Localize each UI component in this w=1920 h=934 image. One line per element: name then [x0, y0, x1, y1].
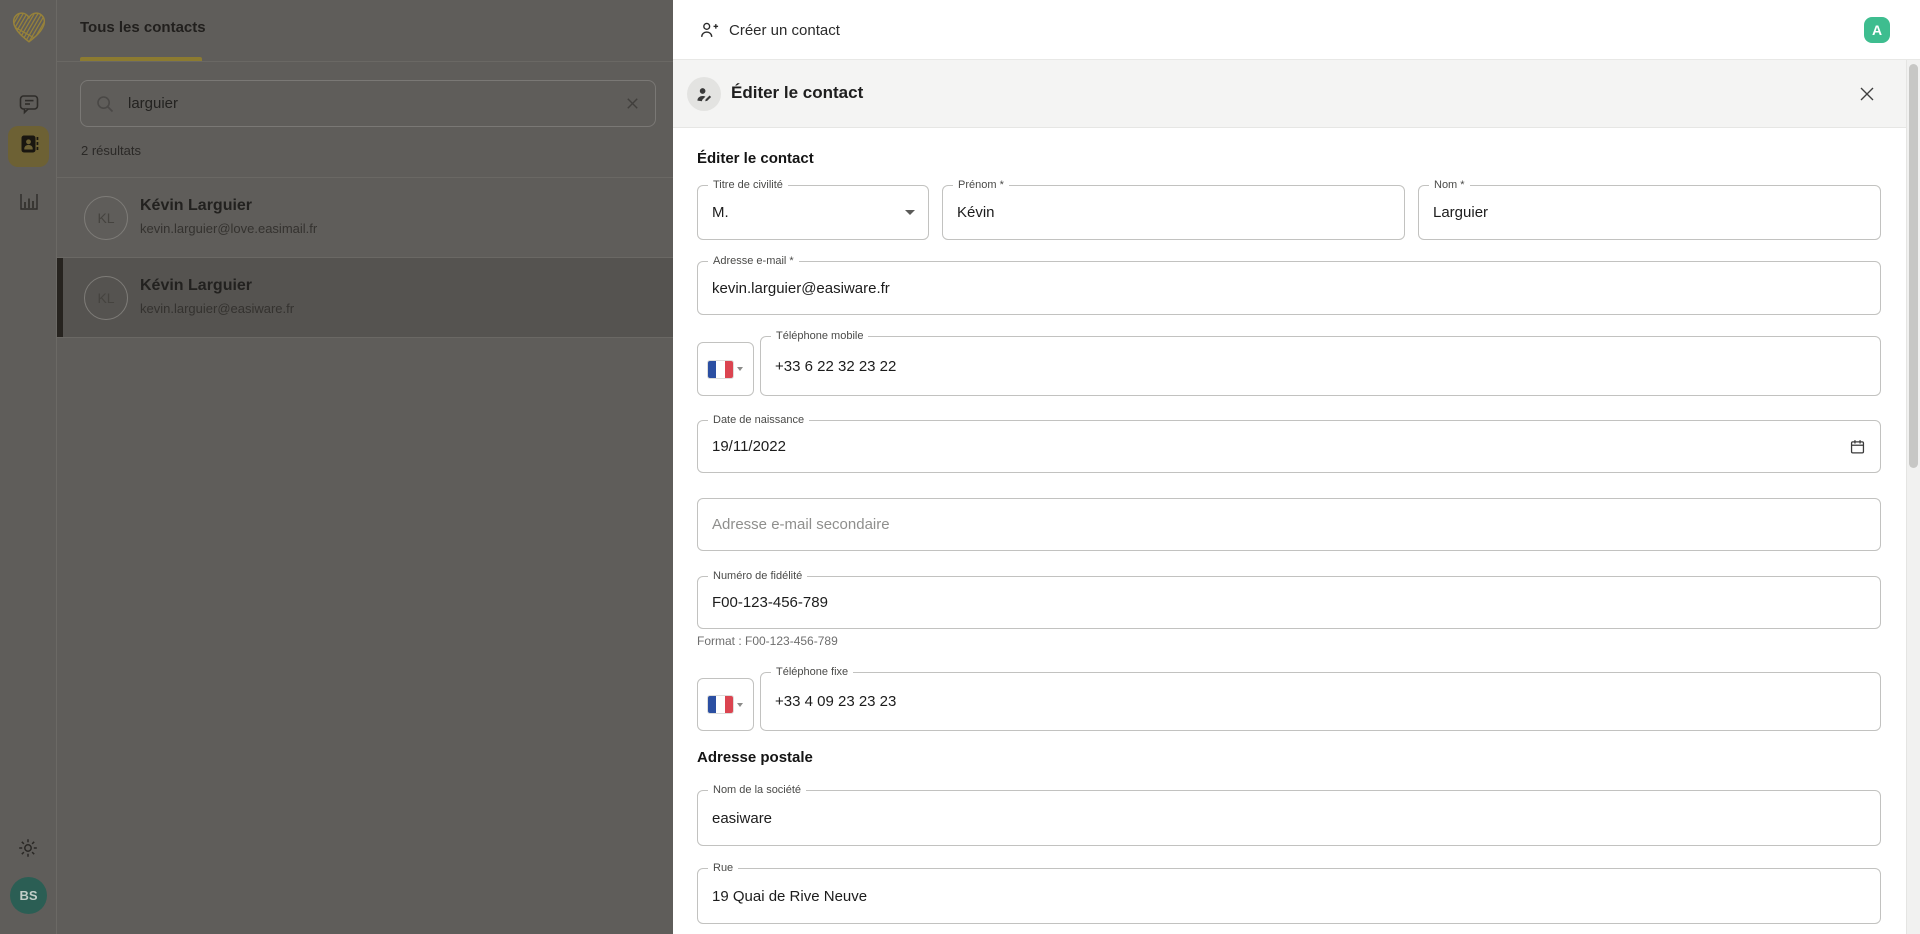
email-input[interactable]: [712, 280, 1866, 297]
landline-phone-label: Téléphone fixe: [771, 666, 853, 679]
first-name-field: Prénom *: [942, 185, 1405, 240]
create-contact-button[interactable]: Créer un contact: [699, 15, 840, 45]
first-name-label: Prénom *: [953, 179, 1009, 192]
france-flag-icon: [708, 696, 733, 713]
secondary-email-input[interactable]: [712, 516, 1866, 533]
address-section-title: Adresse postale: [697, 749, 813, 766]
app-window: BS Tous les contacts 2 résultats: [0, 0, 1920, 934]
company-field: Nom de la société: [697, 790, 1881, 846]
drawer-backdrop[interactable]: [0, 0, 673, 934]
secondary-email-field: [697, 498, 1881, 551]
drawer-topbar: Créer un contact A: [673, 0, 1920, 60]
chevron-down-icon: [905, 210, 915, 215]
email-label: Adresse e-mail *: [708, 255, 799, 268]
loyalty-format-helper: Format : F00-123-456-789: [697, 634, 838, 648]
app-badge-letter: A: [1872, 22, 1882, 38]
civility-value: M.: [712, 204, 729, 221]
chevron-down-icon: [737, 703, 743, 707]
form-section-title: Éditer le contact: [697, 150, 814, 167]
last-name-input[interactable]: [1433, 204, 1866, 221]
street-label: Rue: [708, 862, 738, 875]
edit-contact-avatar-circle: [687, 77, 721, 111]
edit-contact-drawer: Créer un contact A Éditer le contact: [673, 0, 1920, 934]
loyalty-number-label: Numéro de fidélité: [708, 570, 807, 583]
edit-contact-form: Éditer le contact Titre de civilité M. P…: [673, 128, 1920, 934]
birth-date-label: Date de naissance: [708, 414, 809, 427]
email-field: Adresse e-mail *: [697, 261, 1881, 315]
civility-select[interactable]: Titre de civilité M.: [697, 185, 929, 240]
close-icon[interactable]: [1856, 83, 1878, 105]
landline-phone-input[interactable]: [775, 693, 1866, 710]
street-field: Rue: [697, 868, 1881, 924]
birth-date-field: Date de naissance: [697, 420, 1881, 473]
mobile-country-select[interactable]: [697, 342, 754, 396]
person-plus-icon: [699, 20, 719, 40]
landline-country-select[interactable]: [697, 678, 754, 731]
last-name-label: Nom *: [1429, 179, 1470, 192]
drawer-scrollbar-thumb[interactable]: [1909, 64, 1918, 468]
loyalty-number-field: Numéro de fidélité: [697, 576, 1881, 629]
street-input[interactable]: [712, 888, 1866, 905]
landline-phone-field: Téléphone fixe: [760, 672, 1881, 731]
calendar-icon[interactable]: [1849, 438, 1866, 455]
chevron-down-icon: [737, 367, 743, 371]
app-badge-icon[interactable]: A: [1864, 17, 1890, 43]
mobile-phone-label: Téléphone mobile: [771, 330, 868, 343]
create-contact-label: Créer un contact: [729, 22, 840, 39]
person-edit-icon: [696, 86, 713, 103]
mobile-phone-field: Téléphone mobile: [760, 336, 1881, 396]
france-flag-icon: [708, 361, 733, 378]
company-label: Nom de la société: [708, 784, 806, 797]
drawer-header: Éditer le contact: [673, 60, 1920, 128]
civility-label: Titre de civilité: [708, 179, 788, 192]
company-input[interactable]: [712, 810, 1866, 827]
name-fields-row: Titre de civilité M. Prénom * Nom *: [697, 185, 1881, 240]
loyalty-number-input[interactable]: [712, 594, 1866, 611]
drawer-scrollbar-track[interactable]: [1906, 60, 1920, 934]
birth-date-input[interactable]: [712, 438, 1849, 455]
drawer-title: Éditer le contact: [731, 83, 863, 103]
last-name-field: Nom *: [1418, 185, 1881, 240]
mobile-phone-input[interactable]: [775, 358, 1866, 375]
first-name-input[interactable]: [957, 204, 1390, 221]
